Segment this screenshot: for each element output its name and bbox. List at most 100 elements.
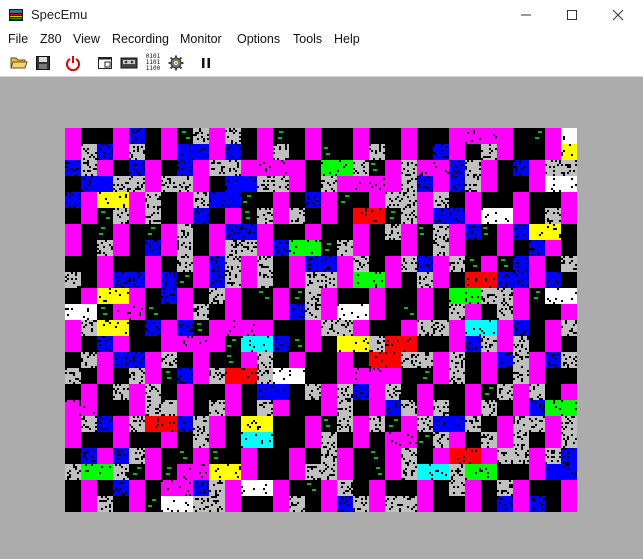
screen-pixel [115,358,117,360]
screen-pixel [133,164,135,166]
screen-pixel [213,400,215,402]
maximize-button[interactable] [549,0,595,30]
menu-options[interactable]: Options [237,32,280,46]
minimize-button[interactable] [503,0,549,30]
screen-cell [449,320,465,336]
screen-pixel [271,402,273,404]
screen-cell [113,224,129,240]
screen-pixel [345,398,347,400]
screen-pixel [285,186,287,188]
pause-button[interactable] [196,53,216,73]
screen-pixel [267,184,269,186]
screen-pixel [85,174,87,176]
screen-pixel [349,428,351,430]
screen-pixel [243,368,245,370]
screen-pixel [259,404,261,406]
screen-cell [273,208,289,224]
screen-pixel [199,472,201,474]
screen-pixel [523,462,525,464]
menu-monitor[interactable]: Monitor [180,32,222,46]
screen-pixel [289,506,291,508]
screen-pixel [269,212,271,214]
screen-pixel [271,434,273,436]
screen-pixel [555,160,557,162]
screen-pixel [525,270,527,272]
screen-pixel [561,426,563,428]
screen-pixel [193,434,195,436]
screen-pixel [419,282,421,284]
screen-pixel [449,160,451,162]
screen-pixel [415,360,417,362]
screen-cell [481,160,497,176]
menu-tools[interactable]: Tools [293,32,322,46]
emulator-screen[interactable] [65,128,577,512]
screen-pixel [219,402,221,404]
screen-pixel [197,306,199,308]
power-button[interactable] [63,53,83,73]
menu-z80[interactable]: Z80 [40,32,62,46]
screen-pixel [223,408,225,410]
screen-pixel [519,356,521,358]
screen-cell [129,192,145,208]
screen-pixel [125,356,127,358]
screen-pixel [197,314,199,316]
screen-pixel [553,354,555,356]
screen-pixel [321,436,323,438]
screen-pixel [475,416,477,418]
screen-pixel [523,424,525,426]
screen-pixel [83,454,85,456]
screen-pixel [439,204,441,206]
screen-pixel [545,282,547,284]
screen-pixel [345,496,347,498]
screen-pixel [211,162,213,164]
screen-pixel [77,160,79,162]
screen-pixel [147,410,149,412]
screen-pixel [231,268,233,270]
screen-pixel [185,494,187,496]
screen-pixel [183,230,185,232]
screen-pixel [161,414,163,416]
screen-pixel [473,426,475,428]
screen-pixel [551,452,553,454]
screen-pixel [237,258,239,260]
tape-button[interactable] [119,53,139,73]
screen-pixel [263,256,265,258]
screen-pixel [159,196,161,198]
screen-pixel [553,212,555,214]
binary-button[interactable]: 0101 1101 1100 [142,53,164,73]
settings-button[interactable] [166,53,186,73]
screen-pixel [407,188,409,190]
screen-pixel [267,372,269,374]
screen-pixel [227,282,229,284]
window-size-button[interactable] [95,53,115,73]
screen-pixel [209,200,211,202]
screen-pixel [415,200,417,202]
screen-cell [497,416,513,432]
screen-pixel [191,158,193,160]
open-file-button[interactable] [9,53,29,73]
screen-pixel [503,300,505,302]
screen-cell [385,160,401,176]
screen-cell [81,208,97,224]
screen-pixel [325,249,329,251]
screen-pixel [403,266,405,268]
screen-pixel [365,348,367,350]
screen-pixel [451,470,453,472]
screen-pixel [379,208,381,210]
screen-pixel [391,440,393,442]
screen-pixel [301,304,303,306]
menu-file[interactable]: File [8,32,28,46]
menu-view[interactable]: View [73,32,100,46]
screen-pixel [531,498,533,500]
screen-pixel [195,510,197,512]
save-button[interactable] [33,53,53,73]
screen-pixel [133,360,135,362]
close-button[interactable] [595,0,641,30]
screen-pixel [173,274,175,276]
screen-cell [161,480,193,496]
screen-pixel [247,242,249,244]
menu-help[interactable]: Help [334,32,360,46]
screen-pixel [557,288,559,290]
menu-recording[interactable]: Recording [112,32,169,46]
screen-pixel [319,294,321,296]
